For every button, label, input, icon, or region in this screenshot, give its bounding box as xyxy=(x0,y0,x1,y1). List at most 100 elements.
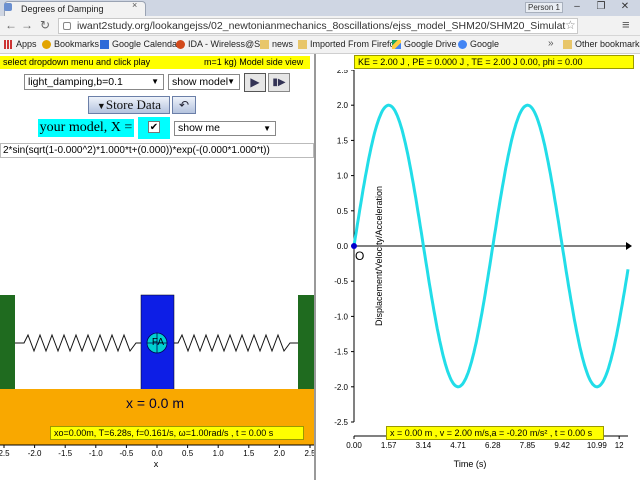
bookmark-bookmarks[interactable]: Bookmarks xyxy=(42,37,99,52)
kinematics-info-bar: x = 0.00 m , v = 2.00 m/s,a = -0.20 m/s²… xyxy=(386,426,604,440)
left-spring xyxy=(15,333,141,353)
instruction-bar: select dropdown menu and click play m=1 … xyxy=(0,56,310,69)
show-me-select[interactable]: show me ▼ xyxy=(174,121,276,136)
x-tick-label: 10.99 xyxy=(587,441,608,450)
play-icon: ▶ xyxy=(250,75,260,89)
left-wall xyxy=(0,295,15,390)
url-field[interactable]: iwant2study.org/lookangejss/02_newtonian… xyxy=(58,18,578,34)
step-icon: ▮▶ xyxy=(272,77,286,88)
y-tick-label: -1.0 xyxy=(334,312,348,321)
menu-icon[interactable]: ≡ xyxy=(622,17,630,32)
displacement-graph: 2.5 2.0 1.5 1.0 0.5 0.0 -0.5 -1.0 -1.5 -2.0 -2.5 0.… xyxy=(334,70,632,450)
instruction-text: select dropdown menu and click play xyxy=(3,57,151,67)
right-spring xyxy=(174,333,298,353)
x-readout: x = 0.0 m xyxy=(126,395,184,411)
star-bookmark-icon xyxy=(42,40,51,49)
bookmark-ida[interactable]: IDA - Wireless@SG xyxy=(176,37,267,52)
time-arrow-icon xyxy=(626,242,632,250)
chevron-down-icon: ▼ xyxy=(263,124,271,133)
store-data-button[interactable]: ▼Store Data xyxy=(88,96,170,114)
left-axis-ticks: 2.5 -2.0 -1.5 -1.0 -0.5 0.0 0.5 1.0 1.5 2.0 2.5 xyxy=(0,445,314,458)
y-tick-label: -2.0 xyxy=(334,383,348,392)
left-axis-label: x xyxy=(153,459,159,469)
star-icon[interactable]: ☆ xyxy=(565,18,576,32)
left-axis-tick-label: -2.0 xyxy=(28,449,42,458)
folder-icon xyxy=(260,40,269,49)
y-tick-label: -0.5 xyxy=(334,277,348,286)
bookmark-other[interactable]: Other bookmarks xyxy=(563,37,640,52)
browser-tab[interactable]: Degrees of Damping xyxy=(4,1,146,16)
show-model-select[interactable]: show model ▼ xyxy=(168,74,240,90)
bookmark-google-calendar[interactable]: Google Calendar xyxy=(100,37,180,52)
side-view-note: m=1 kg) Model side view xyxy=(204,57,304,67)
left-axis-tick-label: -1.0 xyxy=(89,449,103,458)
y-axis-label: Displacement/Velocity/Acceleration xyxy=(374,185,384,327)
page-icon xyxy=(63,22,71,30)
left-axis-tick-label: -1.5 xyxy=(58,449,72,458)
bookmark-imported[interactable]: Imported From Firefo xyxy=(298,37,395,52)
left-info-bar: xo=0.00m, T=6.28s, f=0.161/s, ω=1.00rad/… xyxy=(50,426,304,440)
y-tick-label: -2.5 xyxy=(334,418,348,427)
bookmark-apps[interactable]: Apps xyxy=(4,37,37,52)
x-tick-label: 9.42 xyxy=(554,441,570,450)
apps-icon xyxy=(4,40,13,49)
maximize-icon[interactable]: ❐ xyxy=(590,0,612,14)
tab-title: Degrees of Damping xyxy=(21,4,104,14)
y-tick-label: 0.5 xyxy=(337,207,349,216)
chevron-down-icon: ▼ xyxy=(227,77,235,86)
x-tick-label: 4.71 xyxy=(450,441,466,450)
x-tick-label: 0.00 xyxy=(346,441,362,450)
x-tick-label: 6.28 xyxy=(485,441,501,450)
tab-close-icon[interactable]: × xyxy=(132,0,137,10)
x-axis-label: Time (s) xyxy=(453,459,487,469)
y-tick-label: 1.0 xyxy=(337,172,349,181)
calendar-icon xyxy=(100,40,109,49)
origin-marker: O xyxy=(355,249,364,263)
bookmark-google[interactable]: Google xyxy=(458,37,499,52)
left-axis-tick-label: 0.5 xyxy=(182,449,194,458)
y-tick-label: 2.0 xyxy=(337,101,349,110)
model-label: your model, X = xyxy=(38,119,134,137)
left-axis-tick-label: 2.5 xyxy=(0,449,10,458)
folder-icon xyxy=(298,40,307,49)
minimize-icon[interactable]: – xyxy=(566,0,588,14)
drive-icon xyxy=(392,40,401,49)
x-tick-label: 12 xyxy=(615,441,624,450)
mass-label: FA xyxy=(151,337,165,348)
model-checkbox[interactable]: ✔ xyxy=(148,121,160,133)
left-axis-tick-label: 0.0 xyxy=(151,449,163,458)
tab-favicon-icon xyxy=(4,3,12,11)
y-tick-label: 1.5 xyxy=(337,136,349,145)
right-wall xyxy=(298,295,314,390)
close-window-icon[interactable]: ✕ xyxy=(614,0,636,14)
y-tick-label: 0.0 xyxy=(337,242,349,251)
ida-icon xyxy=(176,40,185,49)
x-tick-label: 1.57 xyxy=(381,441,397,450)
x-tick-label: 7.85 xyxy=(520,441,536,450)
undo-button[interactable]: ↶ xyxy=(172,96,196,114)
y-tick-label: 2.5 xyxy=(337,70,349,75)
damping-select[interactable]: light_damping,b=0.1 ▼ xyxy=(24,74,164,90)
play-button[interactable]: ▶ xyxy=(244,73,266,92)
left-axis-tick-label: -0.5 xyxy=(120,449,134,458)
check-icon: ✔ xyxy=(149,122,159,133)
left-axis-tick-label: 1.5 xyxy=(243,449,255,458)
left-axis-tick-label: 2.0 xyxy=(274,449,286,458)
left-axis-tick-label: 1.0 xyxy=(213,449,225,458)
bookmark-google-drive[interactable]: Google Drive xyxy=(392,37,457,52)
formula-input[interactable]: 2*sin(sqrt(1-0.000^2)*1.000*t+(0.000))*e… xyxy=(0,143,314,158)
undo-icon: ↶ xyxy=(178,98,190,112)
left-axis-tick-label: 2.5 xyxy=(304,449,314,458)
back-icon[interactable]: ← xyxy=(4,17,18,33)
reload-icon[interactable]: ↻ xyxy=(38,17,52,33)
bookmark-news[interactable]: news xyxy=(260,37,293,52)
more-bookmarks-icon[interactable]: » xyxy=(548,38,554,49)
profile-button[interactable]: Person 1 xyxy=(525,2,563,13)
x-tick-label: 3.14 xyxy=(416,441,432,450)
step-button[interactable]: ▮▶ xyxy=(268,73,290,92)
forward-icon[interactable]: → xyxy=(20,17,34,33)
energy-info-bar: KE = 2.00 J , PE = 0.000 J , TE = 2.00 J… xyxy=(354,55,634,69)
y-tick-label: -1.5 xyxy=(334,348,348,357)
triangle-down-icon: ▼ xyxy=(96,101,106,111)
folder-icon xyxy=(563,40,572,49)
